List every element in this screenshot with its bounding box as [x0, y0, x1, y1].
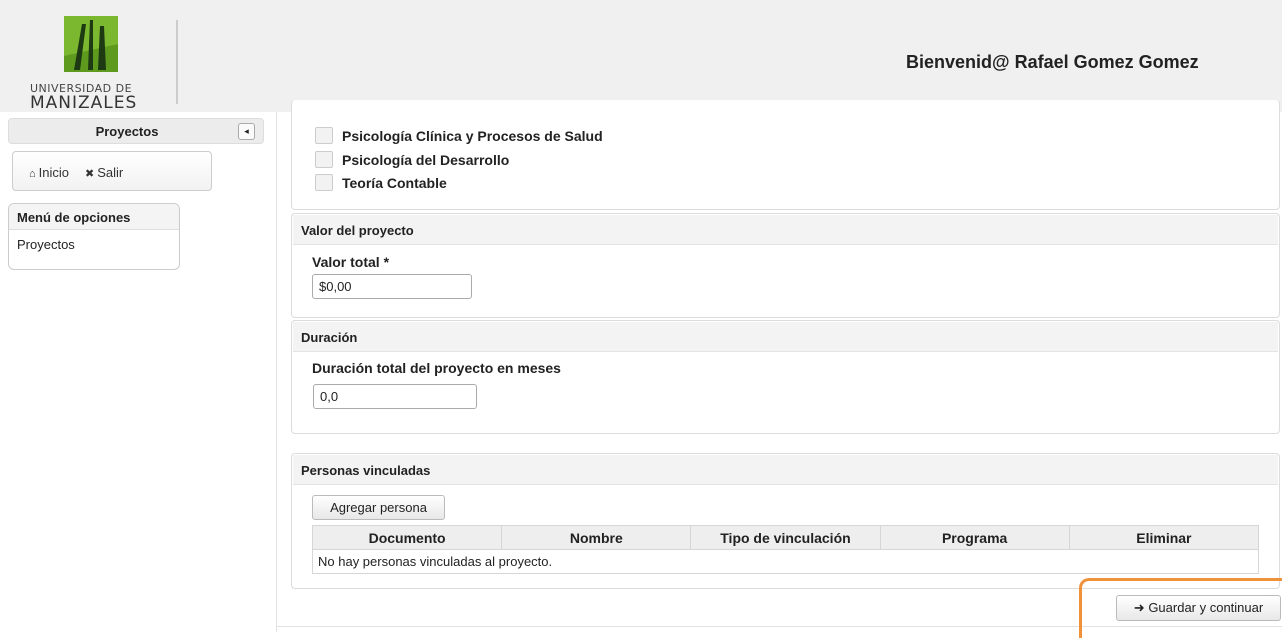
checkbox-psicologia-clinica[interactable]	[315, 127, 333, 144]
duracion-input[interactable]	[313, 384, 477, 409]
checkbox-psicologia-desarrollo[interactable]	[315, 151, 333, 168]
save-continue-button[interactable]: ➜ Guardar y continuar	[1116, 595, 1281, 621]
column-header-nombre[interactable]: Nombre	[501, 525, 692, 550]
options-menu-title: Menú de opciones	[9, 204, 179, 230]
duracion-panel: Duración	[291, 320, 1280, 434]
header: UNIVERSIDAD DE MANIZALES Bienvenid@ Rafa…	[0, 0, 1282, 112]
column-header-documento[interactable]: Documento	[311, 525, 503, 550]
column-header-eliminar[interactable]: Eliminar	[1068, 525, 1260, 550]
main-content-bottom-border	[276, 626, 1282, 627]
table-header-row: Documento Nombre Tipo de vinculación Pro…	[311, 525, 1260, 550]
table-row: No hay personas vinculadas al proyecto.	[312, 549, 1259, 574]
home-link[interactable]: ⌂ Inicio	[29, 165, 69, 180]
home-icon: ⌂	[29, 168, 36, 180]
empty-table-message: No hay personas vinculadas al proyecto.	[312, 549, 1259, 574]
column-header-programa[interactable]: Programa	[879, 525, 1070, 550]
logo-text-bottom: MANIZALES	[30, 93, 138, 113]
menu-item-proyectos[interactable]: Proyectos	[9, 230, 179, 252]
quick-nav: ⌂ Inicio ✖ Salir	[12, 151, 212, 191]
sidebar-title: Proyectos	[95, 124, 159, 139]
university-logo[interactable]: UNIVERSIDAD DE MANIZALES	[30, 12, 170, 112]
home-link-label: Inicio	[38, 165, 70, 180]
personas-panel-title: Personas vinculadas	[293, 455, 1278, 485]
valor-total-input[interactable]	[312, 274, 472, 299]
valor-total-label: Valor total *	[312, 254, 390, 270]
logout-link[interactable]: ✖ Salir	[85, 165, 123, 180]
valor-panel-title: Valor del proyecto	[293, 215, 1278, 245]
sidebar-header: Proyectos ◂	[8, 118, 264, 144]
main-content-border	[276, 112, 277, 632]
save-continue-label: Guardar y continuar	[1148, 600, 1264, 615]
duracion-label: Duración total del proyecto en meses	[312, 360, 561, 376]
duracion-panel-title: Duración	[293, 322, 1278, 352]
triangle-left-icon: ◂	[244, 126, 249, 136]
welcome-message: Bienvenid@ Rafael Gomez Gomez	[906, 52, 1199, 72]
close-icon: ✖	[85, 168, 95, 180]
arrow-right-icon: ➜	[1133, 600, 1145, 615]
logout-link-label: Salir	[97, 165, 124, 180]
checkbox-label: Teoría Contable	[342, 175, 447, 191]
checkbox-label: Psicología del Desarrollo	[342, 152, 510, 168]
collapse-sidebar-button[interactable]: ◂	[238, 123, 255, 140]
valor-panel: Valor del proyecto	[291, 213, 1280, 318]
header-divider	[176, 20, 178, 104]
checkbox-label: Psicología Clínica y Procesos de Salud	[342, 128, 603, 144]
persons-table: Documento Nombre Tipo de vinculación Pro…	[311, 525, 1260, 574]
checkbox-teoria-contable[interactable]	[315, 174, 333, 191]
add-person-button[interactable]: Agregar persona	[312, 495, 445, 520]
university-emblem-icon	[64, 16, 118, 72]
options-menu: Menú de opciones Proyectos	[8, 203, 180, 270]
column-header-tipo[interactable]: Tipo de vinculación	[690, 525, 881, 550]
